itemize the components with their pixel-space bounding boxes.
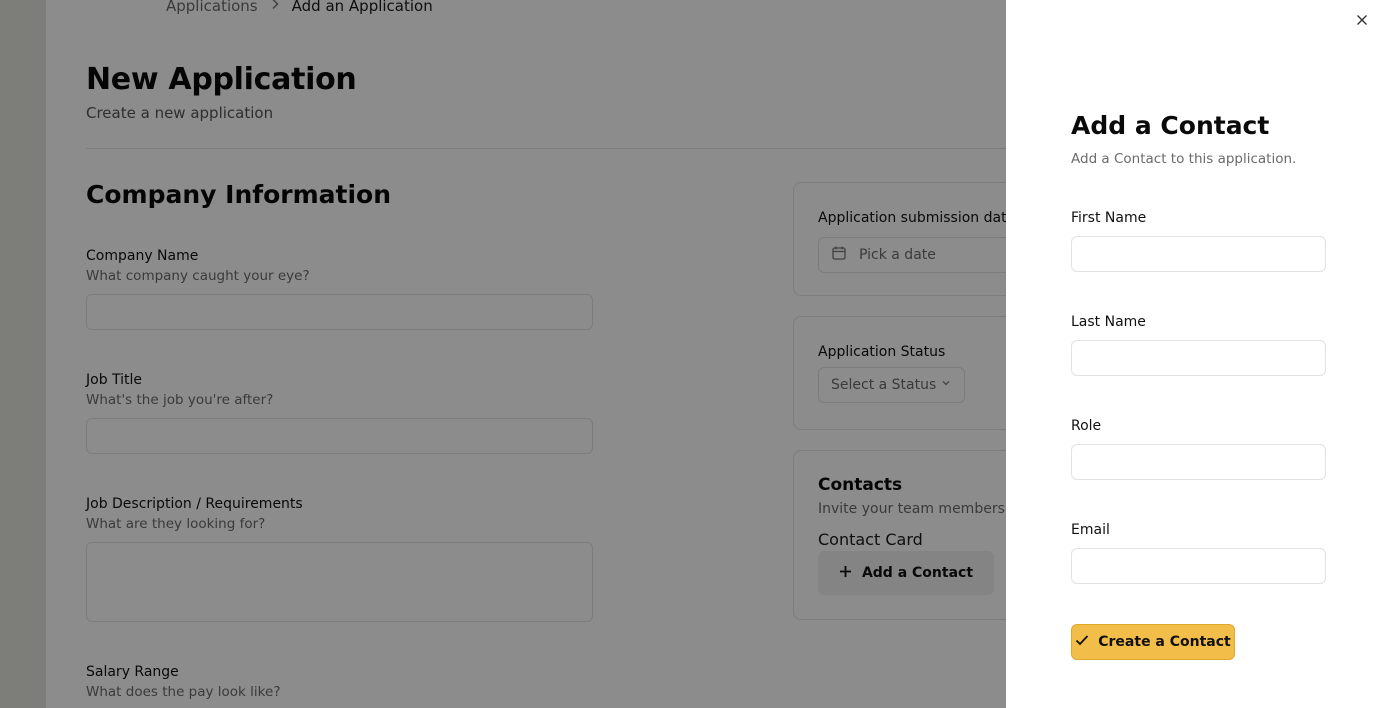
create-contact-button[interactable]: Create a Contact (1071, 624, 1235, 660)
role-input[interactable] (1071, 444, 1326, 480)
email-label: Email (1071, 522, 1110, 538)
last-name-input[interactable] (1071, 340, 1326, 376)
first-name-input[interactable] (1071, 236, 1326, 272)
first-name-label: First Name (1071, 210, 1147, 226)
create-contact-button-label: Create a Contact (1098, 634, 1231, 650)
role-label: Role (1071, 418, 1102, 434)
drawer-description: Add a Contact to this application. (1071, 151, 1297, 167)
check-icon (1075, 634, 1089, 650)
close-icon[interactable] (1352, 10, 1372, 30)
add-contact-drawer: Add a Contact Add a Contact to this appl… (1006, 0, 1388, 708)
last-name-label: Last Name (1071, 314, 1146, 330)
drawer-title: Add a Contact (1071, 111, 1270, 140)
email-input[interactable] (1071, 548, 1326, 584)
